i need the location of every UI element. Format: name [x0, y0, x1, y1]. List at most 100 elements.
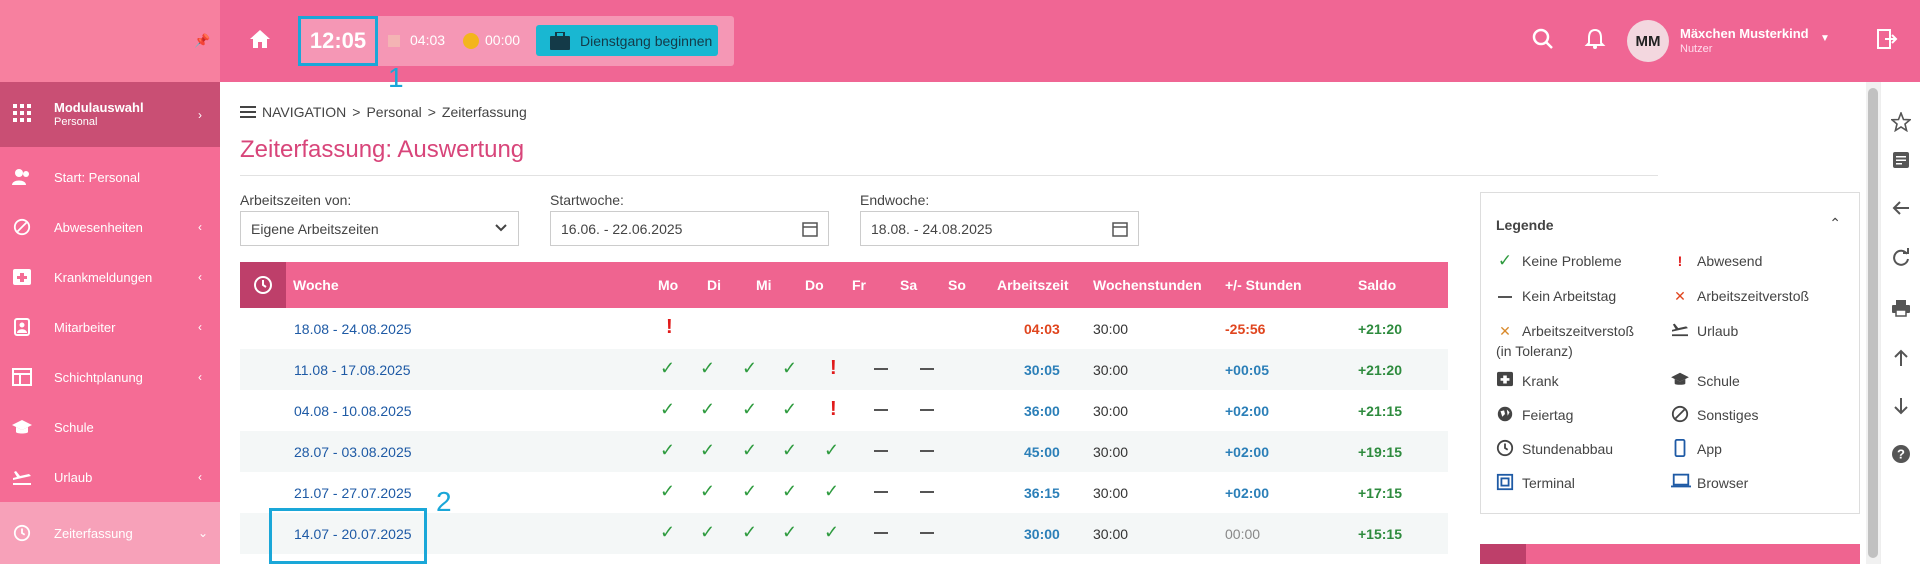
check-icon: ✓ [700, 522, 716, 542]
table-row[interactable]: 04.08 - 10.08.2025 ✓ ✓ ✓ ✓! 36:00 30:00 +02:00 +… [240, 390, 1448, 431]
startwoche-field[interactable]: 16.06. - 22.06.2025 [550, 211, 829, 246]
page-title: Zeiterfassung: Auswertung [240, 136, 525, 163]
modul-subtitle: Personal [54, 116, 98, 128]
breadcrumb-personal[interactable]: Personal [366, 104, 421, 120]
pause-timer-icon [463, 33, 479, 49]
sidebar-item-abwesenheiten[interactable]: Abwesenheiten ‹ [0, 202, 220, 252]
exclamation-icon: ! [830, 357, 837, 379]
work-timer: 04:03 [410, 32, 446, 48]
table-row[interactable]: 11.08 - 17.08.2025 ✓ ✓ ✓ ✓! 30:05 30:00 +00:05 +… [240, 349, 1448, 390]
breadcrumb-navigation[interactable]: NAVIGATION [262, 104, 346, 120]
refresh-icon[interactable] [1891, 248, 1911, 268]
table-header: Woche Mo Di Mi Do Fr Sa So Arbeitszeit W… [240, 262, 1448, 308]
brand-area: 📌 [0, 0, 220, 82]
sidebar-modulauswahl[interactable]: Modulauswahl Personal › [0, 82, 220, 147]
calendar-icon[interactable] [802, 221, 818, 240]
scrollbar-thumb[interactable] [1868, 88, 1878, 558]
dash-icon [874, 491, 888, 493]
logout-icon[interactable] [1876, 28, 1898, 55]
sidebar-item-start-personal[interactable]: Start: Personal [0, 152, 220, 202]
legend-label-wrap: Kein Arbeitstag [1522, 286, 1616, 306]
clock-icon [254, 276, 272, 294]
col-sa: Sa [900, 277, 918, 293]
user-menu-caret-icon[interactable]: ▼ [1820, 33, 1830, 44]
menu-icon[interactable] [240, 106, 256, 118]
time-tracking-widget: 12:05 04:03 00:00 Dienstgang beginnen [298, 16, 734, 66]
app: 📌 12:05 04:03 00:00 Dienstgang beginnen … [0, 0, 1920, 564]
calendar-icon[interactable] [1112, 221, 1128, 240]
legend-label-wrap: Schule [1697, 371, 1740, 391]
check-icon: ✓ [742, 358, 758, 378]
breadcrumb: NAVIGATION > Personal > Zeiterfassung [240, 104, 527, 120]
table-row[interactable]: 28.07 - 03.08.2025 ✓ ✓ ✓ ✓ ✓ 45:00 30:00 +02:00 +… [240, 431, 1448, 472]
star-icon[interactable] [1891, 112, 1911, 132]
week-link[interactable]: 21.07 - 27.07.2025 [294, 485, 412, 501]
print-icon[interactable] [1891, 298, 1911, 318]
bell-icon[interactable] [1584, 28, 1606, 55]
cross-orange-icon: ✕ [1499, 323, 1511, 339]
wochenstunden-value: 30:00 [1093, 403, 1129, 419]
legend-label-wrap: Arbeitszeitverstoß [1697, 286, 1809, 306]
avatar[interactable]: MM [1627, 20, 1669, 62]
pin-icon[interactable]: 📌 [194, 33, 210, 49]
legend-item: Stundenabbau [1496, 439, 1613, 462]
legend-label: Urlaub [1697, 323, 1739, 339]
sidebar-item-urlaub[interactable]: Urlaub ‹ [0, 452, 220, 502]
table-row[interactable]: 21.07 - 27.07.2025 ✓ ✓ ✓ ✓ ✓ 36:15 30:00 +02:00 +… [240, 472, 1448, 513]
check-icon: ✓ [660, 481, 676, 501]
table-row[interactable]: 18.08 - 24.08.2025! 04:03 30:00 -25:56 +21:2… [240, 308, 1448, 349]
sidebar-item-label: Start: Personal [54, 169, 140, 185]
week-link[interactable]: 11.08 - 17.08.2025 [294, 362, 411, 378]
chevron-up-icon[interactable]: ⌃ [1829, 215, 1841, 232]
sidebar-item-label: Abwesenheiten [54, 219, 143, 235]
chevron-down-icon: ⌄ [198, 526, 209, 540]
breadcrumb-zeiterfassung[interactable]: Zeiterfassung [442, 104, 527, 120]
bottom-card-accent [1480, 544, 1526, 564]
sidebar-item-schule[interactable]: Schule [0, 402, 220, 452]
legend-label: Abwesend [1697, 253, 1763, 269]
plusminus-value: 00:00 [1225, 526, 1261, 542]
endwoche-field[interactable]: 18.08. - 24.08.2025 [860, 211, 1139, 246]
sidebar-item-schichtplanung[interactable]: Schichtplanung ‹ [0, 352, 220, 402]
sidebar-item-zeiterfassung[interactable]: Zeiterfassung ⌄ [0, 502, 220, 564]
col-wochenstunden: Wochenstunden [1093, 277, 1202, 293]
annotation-2-box [269, 508, 427, 564]
check-icon: ✓ [782, 440, 798, 460]
legend-label-wrap: Stundenabbau [1522, 439, 1613, 459]
legend-label: Stundenabbau [1522, 441, 1614, 457]
legend-label-sub: (in Toleranz) [1496, 343, 1573, 359]
week-link[interactable]: 18.08 - 24.08.2025 [294, 321, 412, 337]
notes-icon[interactable] [1891, 150, 1911, 170]
check-icon: ✓ [700, 440, 716, 460]
user-name[interactable]: Mäxchen Musterkind [1680, 26, 1809, 41]
help-icon[interactable]: ? [1891, 444, 1911, 464]
week-link[interactable]: 28.07 - 03.08.2025 [294, 444, 412, 460]
col-woche[interactable]: Woche [293, 277, 339, 293]
chevron-left-icon: ‹ [198, 370, 202, 384]
arrow-up-icon[interactable] [1891, 348, 1911, 368]
legend-item: App [1671, 439, 1722, 462]
plane-icon [13, 471, 31, 485]
search-icon[interactable] [1532, 28, 1554, 55]
chevron-left-icon: ‹ [198, 470, 202, 484]
arrow-down-icon[interactable] [1891, 396, 1911, 416]
dienstgang-button[interactable]: Dienstgang beginnen [536, 25, 718, 56]
col-saldo: Saldo [1358, 277, 1397, 293]
graduation-icon [1671, 371, 1689, 392]
scrollbar[interactable] [1866, 82, 1880, 564]
arbeitszeit-value: 30:00 [1024, 526, 1060, 542]
ban-icon [1671, 405, 1689, 428]
week-link[interactable]: 04.08 - 10.08.2025 [294, 403, 412, 419]
sidebar-item-krankmeldungen[interactable]: Krankmeldungen ‹ [0, 252, 220, 302]
check-icon: ✓ [660, 522, 676, 542]
home-icon[interactable] [248, 27, 274, 53]
sidebar-item-mitarbeiter[interactable]: Mitarbeiter ‹ [0, 302, 220, 352]
startwoche-label: Startwoche: [550, 192, 624, 208]
plusminus-value: -25:56 [1225, 321, 1266, 337]
plane-icon [1671, 321, 1689, 342]
chevron-left-icon: ‹ [198, 220, 202, 234]
arrow-left-icon[interactable] [1891, 198, 1911, 218]
arbeitszeiten-select[interactable]: Eigene Arbeitszeiten [240, 211, 519, 246]
annotation-2: 2 [436, 486, 452, 517]
legend-label: Browser [1697, 475, 1749, 491]
